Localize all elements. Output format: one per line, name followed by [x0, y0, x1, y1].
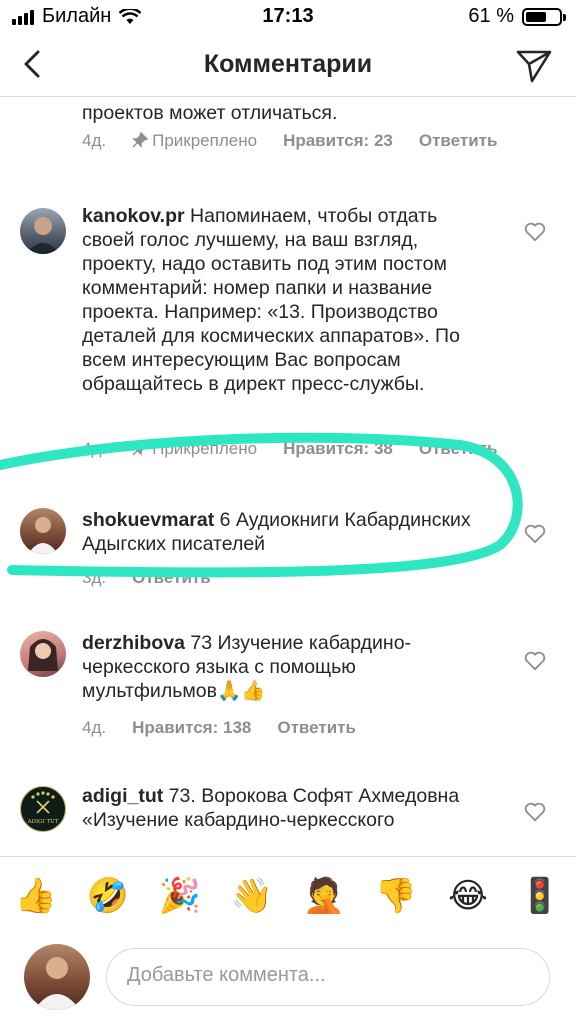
heart-icon[interactable] [524, 524, 546, 544]
comment-input-box[interactable] [106, 948, 550, 1006]
avatar[interactable] [20, 508, 66, 554]
comment-meta: 4д. Прикреплено Нравится: 23 Ответить [82, 131, 497, 151]
emoji-rofl[interactable]: 🤣 [85, 876, 131, 916]
likes-count[interactable]: Нравится: 23 [283, 131, 393, 151]
emoji-traffic-light[interactable]: 🚦 [517, 876, 563, 916]
reply-button[interactable]: Ответить [132, 568, 211, 588]
comment-username[interactable]: derzhibova [82, 632, 185, 654]
comment-input-row [0, 934, 576, 1024]
my-avatar [24, 944, 90, 1010]
status-bar: Билайн 17:13 61 % [0, 0, 576, 34]
avatar-logo-text: ADIGI TUT [27, 819, 59, 825]
emoji-tears-of-joy[interactable]: 😂 [445, 876, 491, 916]
comment-username[interactable]: kanokov.pr [82, 205, 185, 227]
avatar[interactable]: ADIGI TUT [20, 786, 66, 832]
emoji-party[interactable]: 🎉 [157, 876, 203, 916]
page-title: Комментарии [203, 50, 373, 78]
pinned-label: Прикреплено [132, 131, 257, 151]
comment-time: 4д. [82, 439, 107, 458]
comment-meta: 4д. Нравится: 138 Ответить [82, 718, 356, 738]
comment-time: 3д. [82, 568, 107, 587]
avatar[interactable] [20, 631, 66, 677]
emoji-thumbs-down[interactable]: 👎 [373, 876, 419, 916]
reply-button[interactable]: Ответить [277, 718, 356, 738]
nav-header: Комментарии [0, 34, 576, 97]
comment-username[interactable]: shokuevmarat [82, 509, 214, 531]
comment-username[interactable]: adigi_tut [82, 785, 163, 807]
comment-text: shokuevmarat 6 Аудиокниги Кабардинских А… [82, 509, 471, 555]
comment-input[interactable] [125, 963, 529, 988]
emoji-thumbs-up[interactable]: 👍 [13, 876, 59, 916]
battery-percent: 61 % [468, 5, 514, 27]
emoji-wave[interactable]: 👋 [229, 876, 275, 916]
pin-icon [132, 131, 149, 148]
likes-count[interactable]: Нравится: 38 [283, 439, 393, 459]
comment-text: проектов может отличаться. [82, 102, 338, 124]
pinned-label: Прикреплено [132, 439, 257, 459]
comment-meta: 3д. Ответить [82, 568, 211, 588]
likes-count[interactable]: Нравится: 138 [132, 718, 251, 738]
heart-icon[interactable] [524, 802, 546, 822]
comment-time: 4д. [82, 718, 107, 737]
battery-icon [522, 7, 566, 26]
heart-icon[interactable] [524, 651, 546, 671]
comment-meta: 4д. Прикреплено Нравится: 38 Ответить [82, 439, 497, 459]
reply-button[interactable]: Ответить [419, 439, 498, 459]
comment-text: adigi_tut 73. Ворокова Софят Ахмедовна «… [82, 785, 460, 831]
comment-text: kanokov.pr Напоминаем, чтобы отдать свое… [82, 205, 460, 395]
pin-icon [132, 439, 149, 456]
comment-text: derzhibova 73 Изучение кабардино-черкесс… [82, 632, 412, 702]
heart-icon[interactable] [524, 222, 546, 242]
emoji-facepalm[interactable]: 🤦 [301, 876, 347, 916]
direct-send-icon[interactable] [514, 44, 554, 84]
avatar[interactable] [20, 208, 66, 254]
comments-list[interactable]: проектов может отличаться. 4д. Прикрепле… [0, 97, 576, 855]
reply-button[interactable]: Ответить [419, 131, 498, 151]
comment-time: 4д. [82, 131, 107, 150]
emoji-quick-bar: 👍 🤣 🎉 👋 🤦 👎 😂 🚦 [0, 856, 576, 935]
